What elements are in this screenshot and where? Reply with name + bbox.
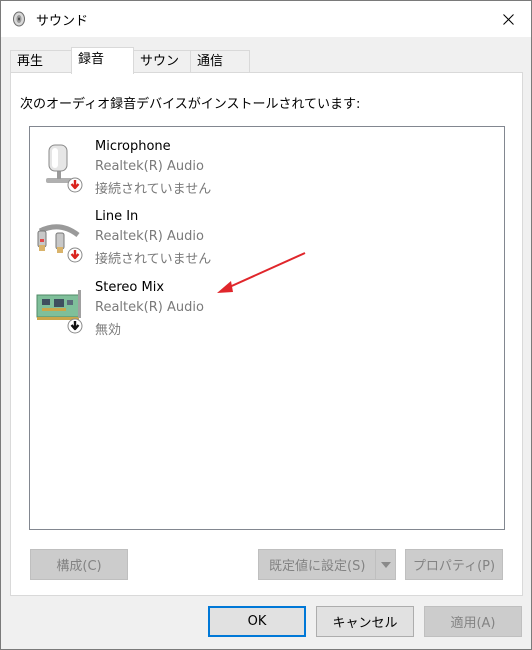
- line-in-cable-icon: [37, 224, 83, 263]
- close-button[interactable]: [485, 1, 531, 37]
- device-status: 無効: [95, 323, 122, 338]
- tab-communications[interactable]: 通信: [190, 50, 250, 73]
- device-driver: Realtek(R) Audio: [95, 159, 204, 174]
- tab-recording[interactable]: 録音: [71, 47, 134, 74]
- properties-button[interactable]: プロパティ(P): [405, 549, 503, 580]
- device-microphone[interactable]: Microphone Realtek(R) Audio 接続されていません: [30, 129, 500, 199]
- sound-dialog: サウンド 再生 録音 サウンド 通信 次のオーディオ録音デバイスがインストールさ…: [0, 0, 532, 650]
- tab-sounds[interactable]: サウンド: [133, 50, 191, 90]
- speaker-icon: [13, 11, 25, 27]
- ok-button[interactable]: OK: [208, 606, 306, 637]
- panel-description: 次のオーディオ録音デバイスがインストールされています:: [20, 97, 361, 112]
- device-driver: Realtek(R) Audio: [95, 229, 204, 244]
- set-default-button[interactable]: 既定値に設定(S): [258, 549, 396, 580]
- sound-card-icon: [36, 290, 83, 334]
- microphone-icon: [46, 144, 83, 193]
- device-driver: Realtek(R) Audio: [95, 300, 204, 315]
- set-default-label: 既定値に設定(S): [269, 559, 366, 574]
- cancel-button[interactable]: キャンセル: [316, 606, 414, 637]
- device-status: 接続されていません: [95, 252, 212, 267]
- device-status: 接続されていません: [95, 182, 212, 197]
- tab-playback[interactable]: 再生: [10, 50, 72, 73]
- apply-button[interactable]: 適用(A): [424, 606, 522, 637]
- configure-button[interactable]: 構成(C): [30, 549, 128, 580]
- chevron-down-icon: [380, 562, 391, 568]
- device-name: Stereo Mix: [95, 280, 165, 295]
- title-bar[interactable]: サウンド: [1, 1, 531, 37]
- device-name: Microphone: [95, 139, 171, 154]
- set-default-dropdown[interactable]: [375, 550, 395, 580]
- window-title: サウンド: [36, 14, 89, 29]
- device-list[interactable]: Microphone Realtek(R) Audio 接続されていません Li…: [29, 126, 505, 530]
- annotation-arrow: [217, 252, 306, 293]
- close-icon: [502, 13, 514, 25]
- device-name: Line In: [95, 209, 139, 224]
